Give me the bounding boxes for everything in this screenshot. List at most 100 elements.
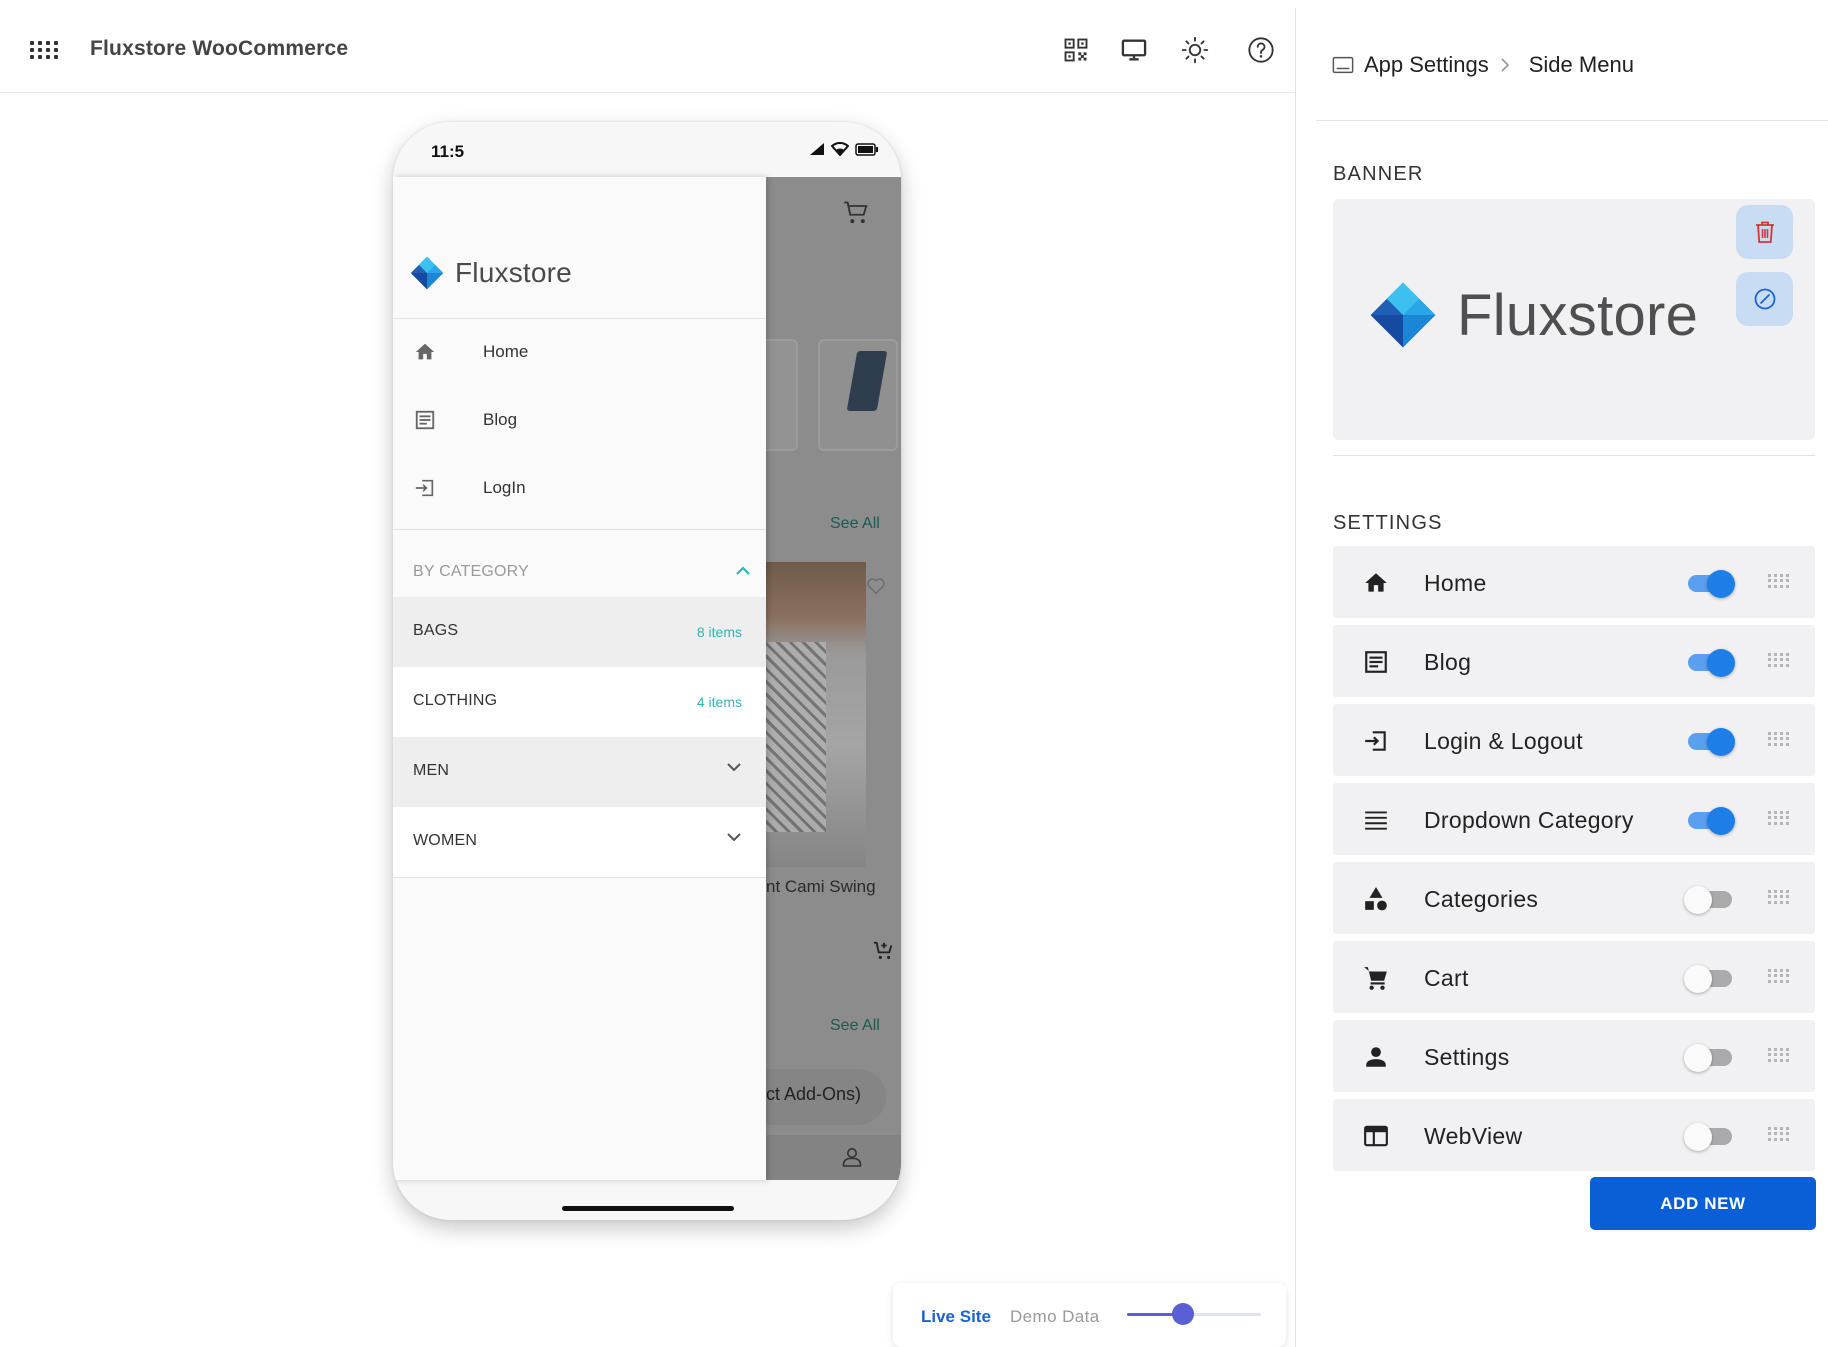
setting-row-settings[interactable]: Settings: [1333, 1020, 1815, 1092]
setting-row-login-logout[interactable]: Login & Logout: [1333, 704, 1815, 776]
fluxstore-logo-icon: [410, 256, 444, 290]
category-name: CLOTHING: [413, 692, 498, 709]
setting-row-blog[interactable]: Blog: [1333, 625, 1815, 697]
signal-icon: [810, 143, 824, 155]
status-time: 11:5: [431, 142, 465, 161]
drawer-logo: Fluxstore: [409, 255, 572, 291]
setting-row-cart[interactable]: Cart: [1333, 941, 1815, 1013]
breadcrumb-current: Side Menu: [1528, 52, 1634, 77]
drag-handle-icon[interactable]: [1768, 732, 1789, 746]
category-row-men[interactable]: MEN: [393, 737, 766, 807]
setting-row-dropdown-category[interactable]: Dropdown Category: [1333, 783, 1815, 855]
category-name: WOMEN: [413, 832, 478, 849]
drag-handle-icon[interactable]: [1768, 890, 1789, 904]
app-content-overlay[interactable]: See All nt Cami Swing See All ct Add-Ons…: [766, 177, 901, 1180]
setting-label: Home: [1424, 570, 1487, 596]
banner-logo: Fluxstore: [1367, 279, 1698, 351]
home-icon: [415, 343, 435, 360]
category-count: 4 items: [696, 694, 742, 710]
setting-row-categories[interactable]: Categories: [1333, 862, 1815, 934]
drawer-item-login[interactable]: LogIn: [393, 455, 766, 523]
status-icons: [809, 142, 879, 156]
setting-toggle[interactable]: [1684, 1044, 1734, 1072]
drawer-item-label: Blog: [483, 410, 518, 429]
category-row-bags[interactable]: BAGS 8 items: [393, 597, 766, 667]
setting-toggle[interactable]: [1684, 886, 1734, 914]
cart-icon: [1364, 967, 1387, 990]
person-icon: [1366, 1047, 1386, 1067]
breadcrumb: App Settings Side Menu: [1332, 52, 1634, 78]
disable-banner-button[interactable]: [1736, 272, 1793, 326]
drag-handle-icon[interactable]: [1768, 1048, 1789, 1062]
setting-label: Categories: [1424, 886, 1539, 912]
slider-thumb[interactable]: [1172, 1303, 1195, 1325]
user-icon[interactable]: [840, 1145, 864, 1169]
login-icon: [415, 479, 434, 497]
setting-toggle[interactable]: [1684, 807, 1735, 835]
chevron-down-icon[interactable]: [726, 831, 742, 843]
apps-grid-icon[interactable]: [30, 41, 58, 59]
add-new-button[interactable]: ADD NEW: [1590, 1177, 1816, 1230]
see-all-link[interactable]: See All: [830, 515, 880, 533]
webview-icon: [1364, 1125, 1388, 1147]
chevron-down-icon[interactable]: [726, 761, 742, 773]
category-header-label: BY CATEGORY: [413, 563, 530, 580]
desktop-icon[interactable]: [1120, 36, 1148, 64]
drag-handle-icon[interactable]: [1768, 1127, 1789, 1141]
live-site-option[interactable]: Live Site: [921, 1307, 991, 1327]
drag-handle-icon[interactable]: [1768, 653, 1789, 667]
product-name: nt Cami Swing: [766, 877, 876, 896]
list-icon: [1365, 811, 1387, 830]
setting-label: Dropdown Category: [1424, 807, 1634, 833]
see-all-link[interactable]: See All: [830, 1017, 880, 1035]
setting-label: Blog: [1424, 649, 1472, 675]
setting-toggle[interactable]: [1684, 649, 1735, 677]
drag-handle-icon[interactable]: [1768, 574, 1789, 588]
top-bar: Fluxstore WooCommerce: [0, 0, 1295, 93]
category-count: 8 items: [696, 624, 742, 640]
category-name: MEN: [413, 762, 450, 779]
setting-label: WebView: [1424, 1123, 1523, 1149]
qr-code-icon[interactable]: [1062, 36, 1090, 64]
panel-divider: [1295, 8, 1296, 1347]
setting-label: Cart: [1424, 965, 1469, 991]
data-source-switcher: Live Site Demo Data: [893, 1283, 1286, 1347]
side-drawer: Fluxstore Home Blog LogIn BY CATEGORY BA…: [393, 177, 766, 1180]
setting-label: Settings: [1424, 1044, 1510, 1070]
setting-toggle[interactable]: [1684, 570, 1735, 598]
setting-row-webview[interactable]: WebView: [1333, 1099, 1815, 1171]
breadcrumb-root[interactable]: App Settings: [1364, 52, 1489, 78]
setting-label: Login & Logout: [1424, 728, 1583, 754]
promo-pill-text: ct Add-Ons): [766, 1084, 862, 1104]
brightness-icon[interactable]: [1181, 36, 1209, 64]
category-row-clothing[interactable]: CLOTHING 4 items: [393, 667, 766, 737]
demo-data-option[interactable]: Demo Data: [1010, 1307, 1100, 1327]
panel-divider: [1316, 120, 1828, 121]
category-shapes-icon: [1365, 887, 1387, 911]
banner-preview: Fluxstore: [1333, 199, 1815, 440]
delete-banner-button[interactable]: [1736, 205, 1793, 259]
help-icon[interactable]: [1247, 36, 1275, 64]
bottom-nav: [766, 1135, 901, 1180]
drawer-item-home[interactable]: Home: [393, 319, 766, 387]
drawer-logo-text: Fluxstore: [455, 257, 572, 288]
add-to-cart-icon[interactable]: [873, 940, 895, 962]
cart-icon: [844, 201, 868, 224]
drag-handle-icon[interactable]: [1768, 969, 1789, 983]
app-root: Fluxstore WooCommerce 11:5 See All nt Ca…: [0, 0, 1828, 1347]
home-icon: [1365, 573, 1387, 592]
drag-handle-icon[interactable]: [1768, 811, 1789, 825]
category-row-women[interactable]: WOMEN: [393, 807, 766, 877]
banner-divider: [1333, 455, 1815, 456]
chevron-up-icon: [736, 566, 750, 575]
home-indicator: [562, 1206, 734, 1211]
setting-toggle[interactable]: [1684, 728, 1735, 756]
setting-row-home[interactable]: Home: [1333, 546, 1815, 618]
setting-toggle[interactable]: [1684, 1123, 1734, 1151]
drawer-item-blog[interactable]: Blog: [393, 387, 766, 455]
setting-toggle[interactable]: [1684, 965, 1734, 993]
category-name: BAGS: [413, 622, 459, 639]
settings-section-title: SETTINGS: [1333, 512, 1443, 534]
product-card: [766, 339, 798, 451]
heart-icon[interactable]: [866, 577, 886, 595]
